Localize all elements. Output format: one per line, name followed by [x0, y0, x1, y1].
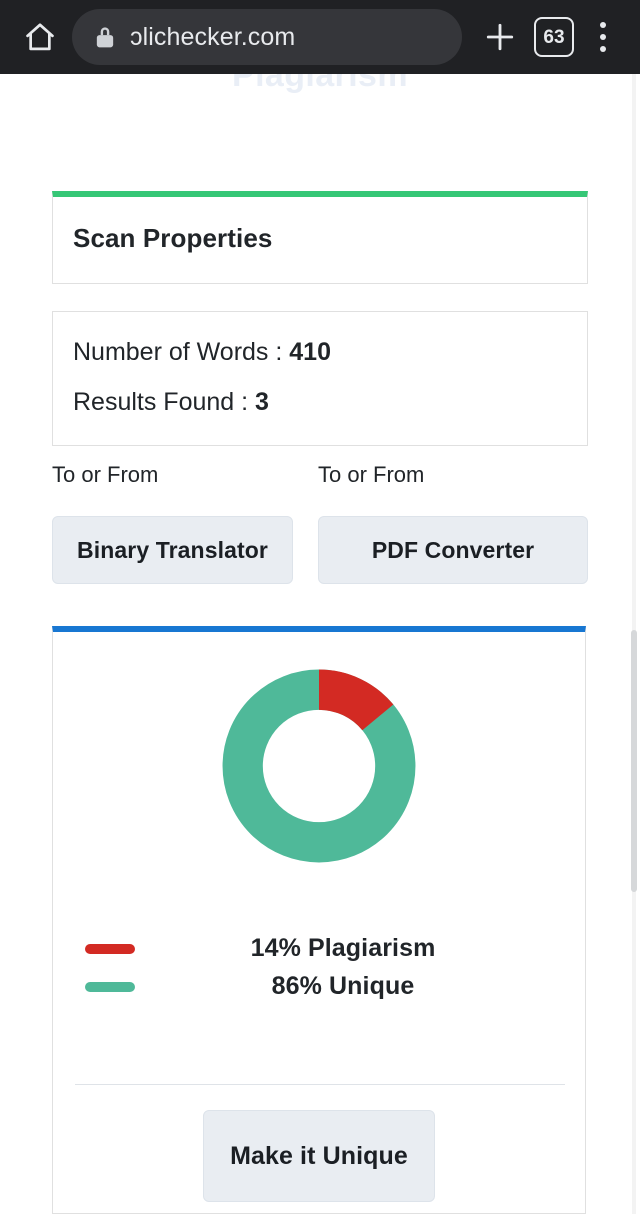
binary-translator-label: To or From — [52, 462, 159, 487]
lock-icon — [94, 25, 116, 49]
results-found-row: Results Found : 3 — [73, 388, 269, 417]
url-bar[interactable]: ɔlichecker.com — [72, 9, 462, 65]
scan-properties-title: Scan Properties — [73, 223, 273, 253]
browser-toolbar: ɔlichecker.com 63 — [0, 0, 640, 74]
chart-legend: 14% Plagiarism 86% Unique — [53, 932, 585, 1008]
number-of-words-row: Number of Words : 410 — [73, 338, 331, 367]
browser-screen: ɔlichecker.com 63 Plagiarism Scan Proper… — [0, 0, 640, 1214]
legend-label-unique: 86% Unique — [271, 972, 415, 1000]
results-found-value: 3 — [255, 388, 269, 416]
plus-icon[interactable] — [472, 9, 528, 65]
menu-dot — [600, 34, 606, 40]
divider — [75, 1084, 565, 1085]
url-text: ɔlichecker.com — [130, 22, 296, 51]
scan-stats-card: Number of Words : 410 Results Found : 3 — [52, 311, 588, 446]
number-of-words-value: 410 — [289, 338, 331, 366]
tab-count-label: 63 — [543, 26, 565, 48]
overflow-menu-icon[interactable] — [580, 11, 626, 63]
results-card: 14% Plagiarism 86% Unique Make it Unique… — [52, 626, 586, 1214]
tab-counter-button[interactable]: 63 — [534, 17, 574, 57]
menu-dot — [600, 46, 606, 52]
legend-label-plagiarism: 14% Plagiarism — [250, 934, 436, 962]
page-scrollbar-thumb[interactable] — [631, 630, 637, 892]
number-of-words-label: Number of Words : — [73, 338, 290, 366]
plagiarism-donut-chart — [213, 660, 425, 872]
legend-row-plagiarism: 14% Plagiarism — [53, 932, 585, 970]
scan-properties-card: Scan Properties — [52, 191, 588, 284]
pdf-converter-button[interactable]: PDF Converter — [318, 516, 588, 584]
home-icon[interactable] — [14, 11, 66, 63]
legend-row-unique: 86% Unique — [53, 970, 585, 1008]
clipped-page-heading: Plagiarism — [232, 74, 408, 94]
make-it-unique-button[interactable]: Make it Unique — [203, 1110, 435, 1202]
donut-chart-svg — [222, 669, 416, 863]
binary-translator-button[interactable]: Binary Translator — [52, 516, 293, 584]
menu-dot — [600, 22, 606, 28]
web-page-viewport: Plagiarism Scan Properties Number of Wor… — [0, 74, 640, 1214]
results-found-label: Results Found : — [73, 388, 256, 416]
pdf-converter-label: To or From — [318, 462, 425, 487]
